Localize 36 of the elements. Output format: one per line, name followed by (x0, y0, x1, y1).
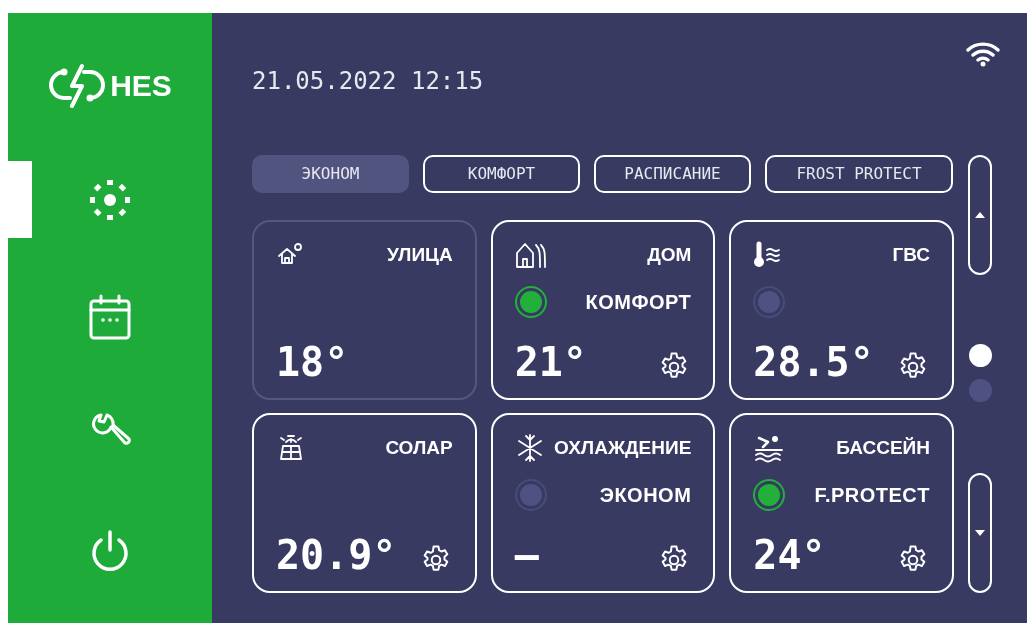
date-time: 21.05.2022 12:15 (252, 66, 484, 97)
logo-text: HES (110, 67, 172, 104)
zone-card[interactable]: ДОМ КОМФОРТ 21° (490, 220, 716, 400)
temperature-value: — (514, 533, 539, 577)
scroll-down-button[interactable] (968, 473, 992, 593)
temperature-value: 20.9° (276, 533, 397, 577)
zone-title: ДОМ (647, 242, 692, 267)
zone-card[interactable]: ОХЛАЖДЕНИЕ ЭКОНОМ — (490, 413, 716, 593)
zone-mode: F.PROTECT (814, 483, 930, 508)
mode-tab[interactable]: КОМФОРТ (423, 155, 580, 193)
zone-mode: ЭКОНОМ (599, 483, 692, 508)
caret-down-icon (975, 530, 985, 536)
mode-tab[interactable]: ЭКОНОМ (252, 155, 409, 193)
zone-card[interactable]: БАССЕЙН F.PROTECT 24° (729, 413, 954, 593)
zone-title: ГВС (892, 242, 930, 267)
zone-title: СОЛАР (385, 435, 453, 460)
zone-title: ОХЛАЖДЕНИЕ (554, 435, 692, 460)
zone-title: УЛИЦА (386, 242, 453, 267)
scroll-up-button[interactable] (968, 155, 992, 275)
zone-mode: КОМФОРТ (585, 290, 692, 315)
mode-tab[interactable]: РАСПИСАНИЕ (594, 155, 751, 193)
wifi-icon (966, 41, 1000, 67)
zone-title: БАССЕЙН (836, 435, 930, 460)
logo-icon (48, 62, 107, 108)
zone-card[interactable]: УЛИЦА 18° (252, 220, 477, 400)
temperature-value: 28.5° (753, 340, 874, 384)
mode-tab[interactable]: FROST PROTECT (765, 155, 953, 193)
temperature-value: 21° (514, 340, 587, 384)
calendar-icon (88, 292, 132, 341)
zone-card[interactable]: СОЛАР 20.9° (252, 413, 477, 593)
zone-card[interactable]: ГВС 28.5° (729, 220, 954, 400)
temperature-value: 24° (753, 533, 826, 577)
caret-up-icon (975, 212, 985, 218)
swimmer-icon (753, 433, 786, 463)
temperature-value: 18° (276, 340, 349, 384)
house-heating-icon (514, 241, 549, 269)
